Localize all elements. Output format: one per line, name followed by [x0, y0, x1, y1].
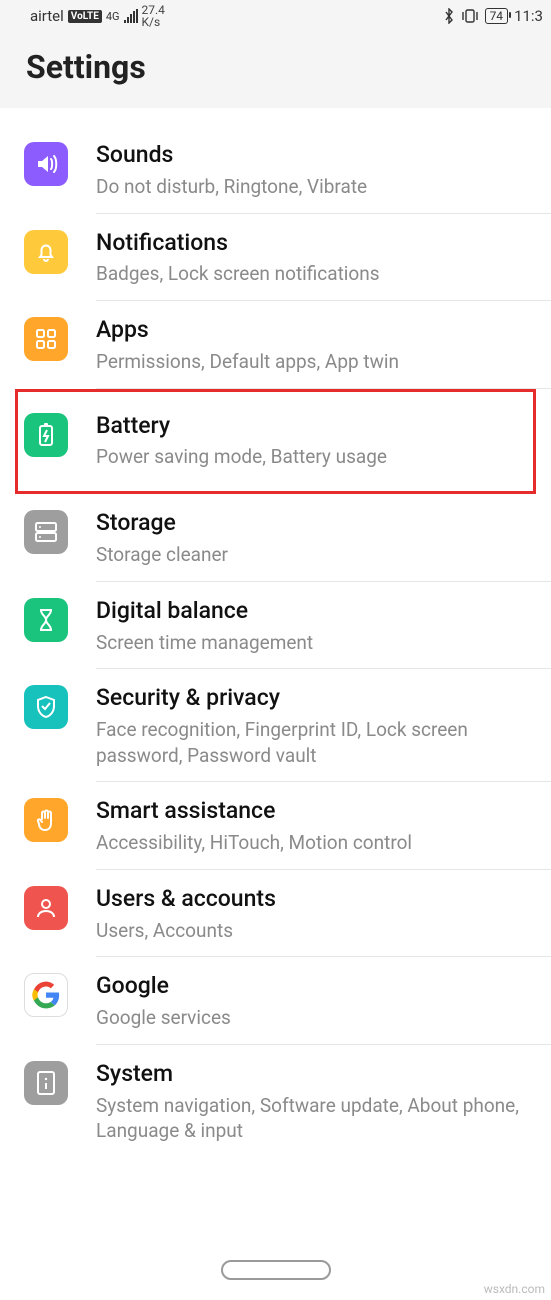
settings-item-apps[interactable]: Apps Permissions, Default apps, App twin — [0, 301, 551, 389]
item-subtitle: Permissions, Default apps, App twin — [96, 349, 533, 375]
person-icon — [24, 886, 68, 930]
item-subtitle: Google services — [96, 1005, 533, 1031]
settings-item-digital-balance[interactable]: Digital balance Screen time management — [0, 582, 551, 670]
item-subtitle: Do not disturb, Ringtone, Vibrate — [96, 174, 533, 200]
item-title: Notifications — [96, 228, 533, 258]
item-title: Apps — [96, 315, 533, 345]
settings-item-sounds[interactable]: Sounds Do not disturb, Ringtone, Vibrate — [0, 126, 551, 214]
watermark: wsxdn.com — [484, 1282, 545, 1296]
settings-item-google[interactable]: Google Google services — [0, 957, 551, 1045]
item-subtitle: Storage cleaner — [96, 542, 533, 568]
page-header: Settings — [0, 30, 551, 108]
gesture-nav-pill[interactable] — [221, 1260, 331, 1280]
settings-list[interactable]: Sounds Do not disturb, Ringtone, Vibrate… — [0, 108, 551, 1158]
bell-icon — [24, 230, 68, 274]
item-subtitle: Badges, Lock screen notifications — [96, 261, 533, 287]
hourglass-icon — [24, 598, 68, 642]
vibrate-icon — [461, 9, 479, 23]
clock: 11:3 — [514, 7, 543, 25]
page-title: Settings — [26, 48, 525, 86]
settings-item-system[interactable]: System System navigation, Software updat… — [0, 1045, 551, 1158]
settings-item-users-accounts[interactable]: Users & accounts Users, Accounts — [0, 870, 551, 958]
status-bar: airtel VoLTE 4G 27.4K/s 74 11:3 — [0, 0, 551, 30]
data-speed: 27.4K/s — [142, 4, 165, 28]
item-subtitle: Users, Accounts — [96, 918, 533, 944]
sound-icon — [24, 142, 68, 186]
item-subtitle: Power saving mode, Battery usage — [96, 444, 533, 470]
volte-badge: VoLTE — [68, 10, 102, 23]
item-title: Google — [96, 971, 533, 1001]
google-icon — [24, 973, 68, 1017]
item-subtitle: System navigation, Software update, Abou… — [96, 1093, 533, 1144]
settings-item-storage[interactable]: Storage Storage cleaner — [0, 494, 551, 582]
item-title: Security & privacy — [96, 683, 533, 713]
settings-item-battery[interactable]: Battery Power saving mode, Battery usage — [0, 389, 551, 495]
item-title: Digital balance — [96, 596, 533, 626]
network-type: 4G — [106, 10, 120, 23]
settings-item-smart-assistance[interactable]: Smart assistance Accessibility, HiTouch,… — [0, 782, 551, 870]
battery-indicator: 74 — [485, 8, 509, 24]
signal-bars-icon — [124, 9, 138, 23]
settings-item-security[interactable]: Security & privacy Face recognition, Fin… — [0, 669, 551, 782]
item-subtitle: Face recognition, Fingerprint ID, Lock s… — [96, 717, 533, 768]
item-subtitle: Accessibility, HiTouch, Motion control — [96, 830, 533, 856]
system-info-icon — [24, 1061, 68, 1105]
bluetooth-icon — [443, 8, 455, 24]
storage-icon — [24, 510, 68, 554]
shield-icon — [24, 685, 68, 729]
apps-grid-icon — [24, 317, 68, 361]
item-title: Users & accounts — [96, 884, 533, 914]
partial-row-top — [96, 108, 551, 126]
item-title: Battery — [96, 411, 533, 441]
item-title: System — [96, 1059, 533, 1089]
settings-item-notifications[interactable]: Notifications Badges, Lock screen notifi… — [0, 214, 551, 302]
item-title: Sounds — [96, 140, 533, 170]
item-subtitle: Screen time management — [96, 630, 533, 656]
item-title: Smart assistance — [96, 796, 533, 826]
carrier-label: airtel — [30, 7, 64, 25]
item-title: Storage — [96, 508, 533, 538]
hand-icon — [24, 798, 68, 842]
battery-icon — [24, 413, 68, 457]
